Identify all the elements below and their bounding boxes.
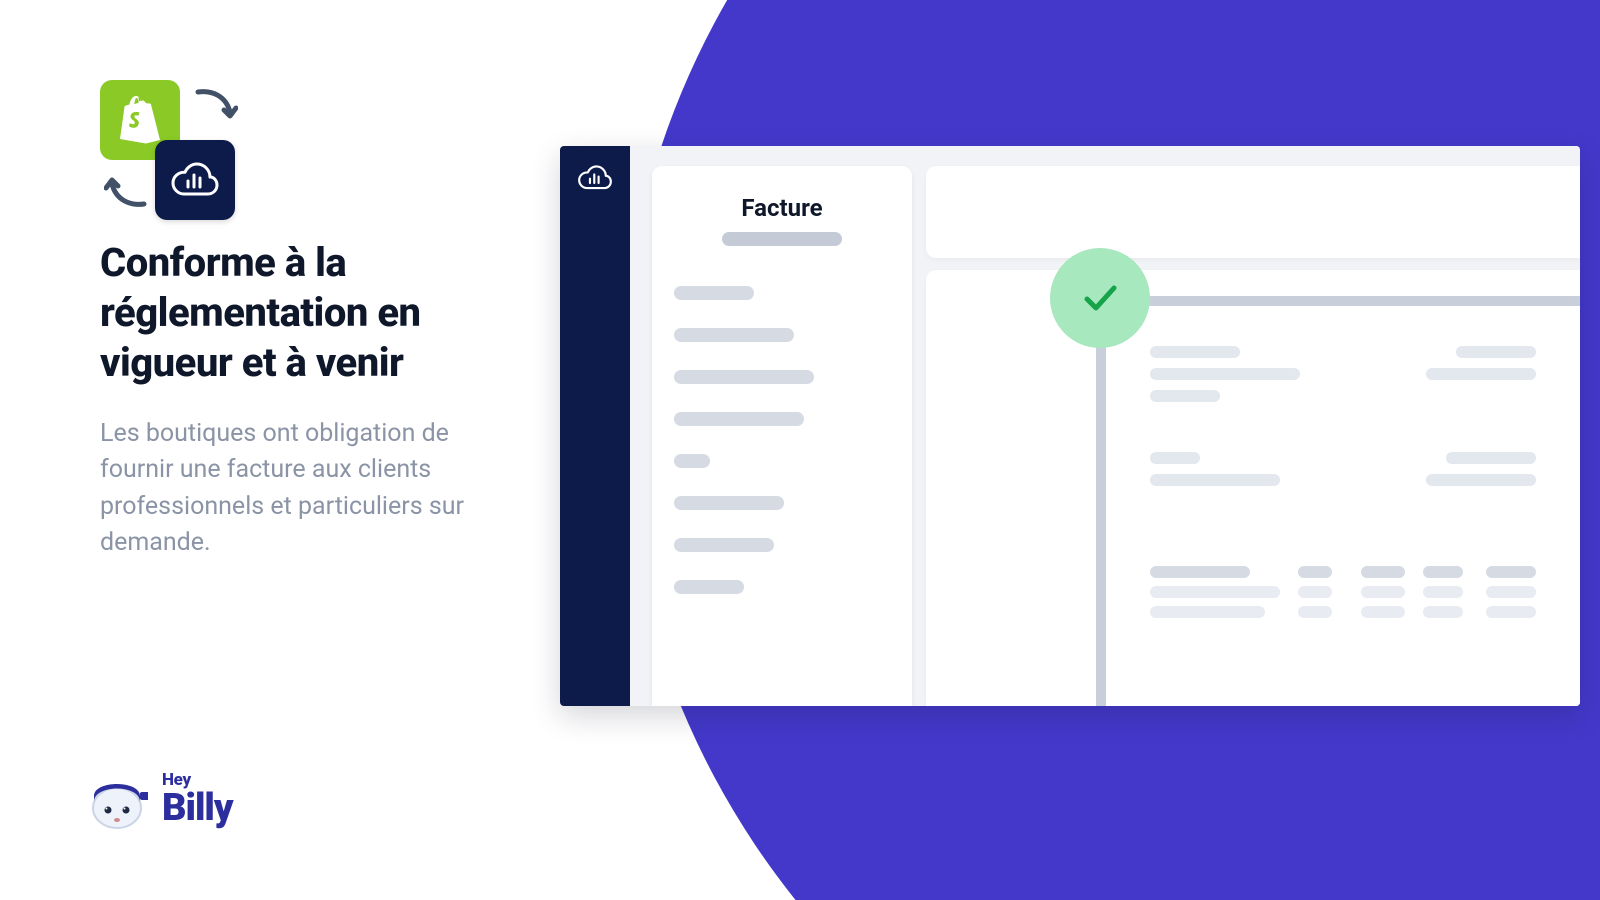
table-col [1423,566,1468,618]
doc-table [1150,566,1536,618]
table-cell [1361,606,1405,618]
table-cell [1150,606,1265,618]
table-col [1486,566,1536,618]
mockup-card-left: Facture [652,166,912,706]
mockup-content: Facture [630,146,1580,706]
integration-icons [100,80,250,220]
table-header-cell [1150,566,1250,578]
mockup-card-right-header [926,166,1580,258]
mockup-card-title: Facture [674,194,890,222]
table-cell [1361,586,1405,598]
table-header-cell [1423,566,1463,578]
placeholder-line [1150,390,1220,402]
placeholder-line [1150,452,1200,464]
placeholder-line [1456,346,1536,358]
sync-arrow-icon [192,86,238,124]
placeholder-line [1150,368,1300,380]
doc-col-left [1150,346,1316,412]
placeholder-line [674,454,710,468]
shopify-bag-icon [118,95,162,145]
table-col [1298,566,1343,618]
success-badge [1050,248,1150,348]
cloud-chart-icon [170,161,220,199]
app-mockup: Facture [560,146,1580,706]
placeholder-line [1150,474,1280,486]
placeholder-line [674,496,784,510]
heybilly-face-icon [86,768,148,830]
cloud-chart-icon [577,164,613,192]
table-cell [1423,586,1463,598]
mockup-card-right-body [926,270,1580,706]
placeholder-line [722,232,842,246]
doc-col-right [1396,346,1536,412]
headline: Conforme à la réglementation en vigueur … [100,238,480,388]
check-icon [1077,275,1123,321]
placeholder-line [674,370,814,384]
placeholder-line [1426,474,1536,486]
mockup-sidebar [560,146,630,706]
table-cell [1298,586,1332,598]
placeholder-line [674,412,804,426]
placeholder-line [1426,368,1536,380]
table-header-cell [1298,566,1332,578]
doc-col-right [1396,452,1536,496]
placeholder-line [674,286,754,300]
billy-cloud-icon [155,140,235,220]
doc-mid-columns [1150,452,1536,496]
heybilly-wordmark: Hey Billy [162,772,233,827]
doc-header-columns [1150,346,1536,412]
table-col [1361,566,1406,618]
table-cell [1486,606,1536,618]
heybilly-logo: Hey Billy [86,768,233,830]
brand-billy: Billy [162,789,233,827]
table-header-cell [1361,566,1405,578]
table-cell [1423,606,1463,618]
table-col [1150,566,1280,618]
left-column: Conforme à la réglementation en vigueur … [100,80,480,561]
mockup-card-right [926,166,1580,706]
subtext: Les boutiques ont obligation de fournir … [100,416,480,561]
table-cell [1298,606,1332,618]
invoice-document [1096,296,1580,706]
table-header-cell [1486,566,1536,578]
table-cell [1150,586,1280,598]
placeholder-line [674,580,744,594]
marketing-slide: Conforme à la réglementation en vigueur … [0,0,1600,900]
placeholder-group [674,286,890,594]
placeholder-line [674,538,774,552]
placeholder-line [1150,346,1240,358]
placeholder-line [674,328,794,342]
doc-col-left [1150,452,1316,496]
sync-arrow-icon [104,172,150,210]
placeholder-line [1446,452,1536,464]
table-cell [1486,586,1536,598]
